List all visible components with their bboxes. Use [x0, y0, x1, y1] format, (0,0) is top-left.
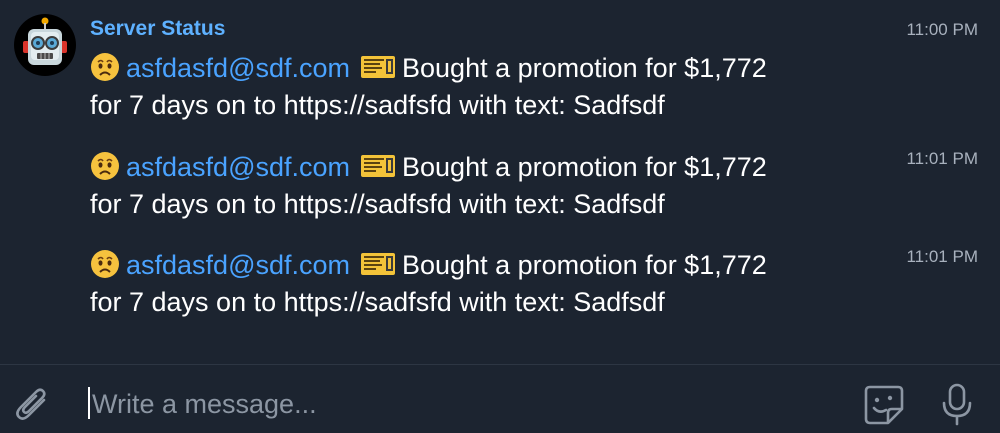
sender-name[interactable]: Server Status: [90, 17, 225, 41]
message-time: 11:01 PM: [906, 149, 978, 168]
paperclip-icon[interactable]: [14, 385, 52, 425]
message-text: Bought a promotion for $1,772: [402, 53, 767, 83]
message-line-2: for 7 days on to https://sadfsfd with te…: [90, 189, 665, 219]
message: asfdasfd@sdf.com Bought a promotion for …: [90, 50, 890, 124]
ticket-emoji-icon: [361, 56, 396, 78]
message-line-1: asfdasfd@sdf.com Bought a promotion for …: [90, 149, 890, 186]
email-link[interactable]: asfdasfd@sdf.com: [126, 250, 350, 280]
email-link[interactable]: asfdasfd@sdf.com: [126, 152, 350, 182]
message-line-2: for 7 days on to https://sadfsfd with te…: [90, 90, 665, 120]
message-time: 11:00 PM: [906, 20, 978, 39]
face-emoji-icon: [91, 152, 119, 180]
ticket-emoji-icon: [361, 253, 396, 275]
message-text: Bought a promotion for $1,772: [402, 152, 767, 182]
message-input[interactable]: [92, 387, 792, 421]
face-emoji-icon: [91, 250, 119, 278]
text-caret: [88, 387, 90, 419]
face-emoji-icon: [91, 53, 119, 81]
message-line-2: for 7 days on to https://sadfsfd with te…: [90, 287, 665, 317]
robot-icon: [23, 17, 67, 65]
ticket-emoji-icon: [361, 155, 396, 177]
message-composer: [0, 365, 1000, 433]
message-line-1: asfdasfd@sdf.com Bought a promotion for …: [90, 247, 890, 284]
sticker-icon[interactable]: [862, 383, 906, 427]
message-text: Bought a promotion for $1,772: [402, 250, 767, 280]
email-link[interactable]: asfdasfd@sdf.com: [126, 53, 350, 83]
message-time: 11:01 PM: [906, 247, 978, 266]
message: asfdasfd@sdf.com Bought a promotion for …: [90, 149, 890, 223]
message-line-1: asfdasfd@sdf.com Bought a promotion for …: [90, 50, 890, 87]
microphone-icon[interactable]: [940, 383, 974, 427]
bot-avatar[interactable]: [14, 14, 76, 76]
message: asfdasfd@sdf.com Bought a promotion for …: [90, 247, 890, 321]
chat-area: Server Status asfdasfd@sdf.com Bought a …: [0, 0, 1000, 364]
